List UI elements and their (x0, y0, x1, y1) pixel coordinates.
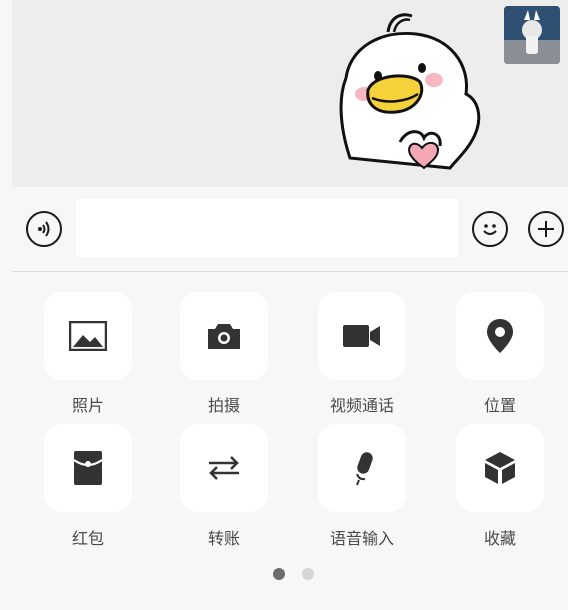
plus-icon (538, 221, 554, 237)
page-indicator-dot-active[interactable] (273, 568, 285, 580)
location-button[interactable] (456, 292, 544, 380)
voice-input-button[interactable] (318, 424, 406, 512)
camera-icon (208, 324, 240, 349)
smiley-face-icon (483, 224, 497, 235)
video-call-label: 视频通话 (329, 396, 394, 415)
photo-icon (69, 321, 107, 351)
red-packet-icon (73, 451, 103, 485)
transfer-arrows-icon (209, 456, 239, 480)
transfer-label: 转账 (207, 529, 240, 548)
favorites-box-icon (485, 452, 515, 484)
transfer-button[interactable] (180, 424, 268, 512)
video-call-icon (343, 325, 380, 347)
favorites-button[interactable] (456, 424, 544, 512)
avatar-image (504, 6, 560, 64)
photo-button[interactable] (44, 292, 132, 380)
camera-button[interactable] (180, 292, 268, 380)
message-text-input[interactable] (76, 199, 458, 257)
photo-label: 照片 (71, 396, 104, 415)
camera-label: 拍摄 (207, 396, 240, 415)
more-actions-panel: 照片 拍摄 视频通话 位置 红包 转账 语音输入 收藏 (12, 272, 568, 610)
emoji-button[interactable] (472, 211, 508, 247)
voice-input-label: 语音输入 (329, 529, 394, 548)
video-call-button[interactable] (318, 292, 406, 380)
microphone-icon (356, 452, 373, 486)
user-avatar[interactable] (504, 6, 560, 64)
more-actions-button[interactable] (528, 211, 564, 247)
red-packet-label: 红包 (71, 529, 104, 548)
favorites-label: 收藏 (483, 529, 516, 548)
page-indicator-dot[interactable] (302, 568, 314, 580)
chat-input-bar (12, 187, 568, 272)
voice-waves-icon (38, 221, 50, 237)
location-label: 位置 (483, 396, 516, 415)
voice-mode-button[interactable] (26, 211, 62, 247)
red-packet-button[interactable] (44, 424, 132, 512)
duck-heart-sticker[interactable] (330, 8, 490, 176)
location-pin-icon (487, 319, 513, 353)
